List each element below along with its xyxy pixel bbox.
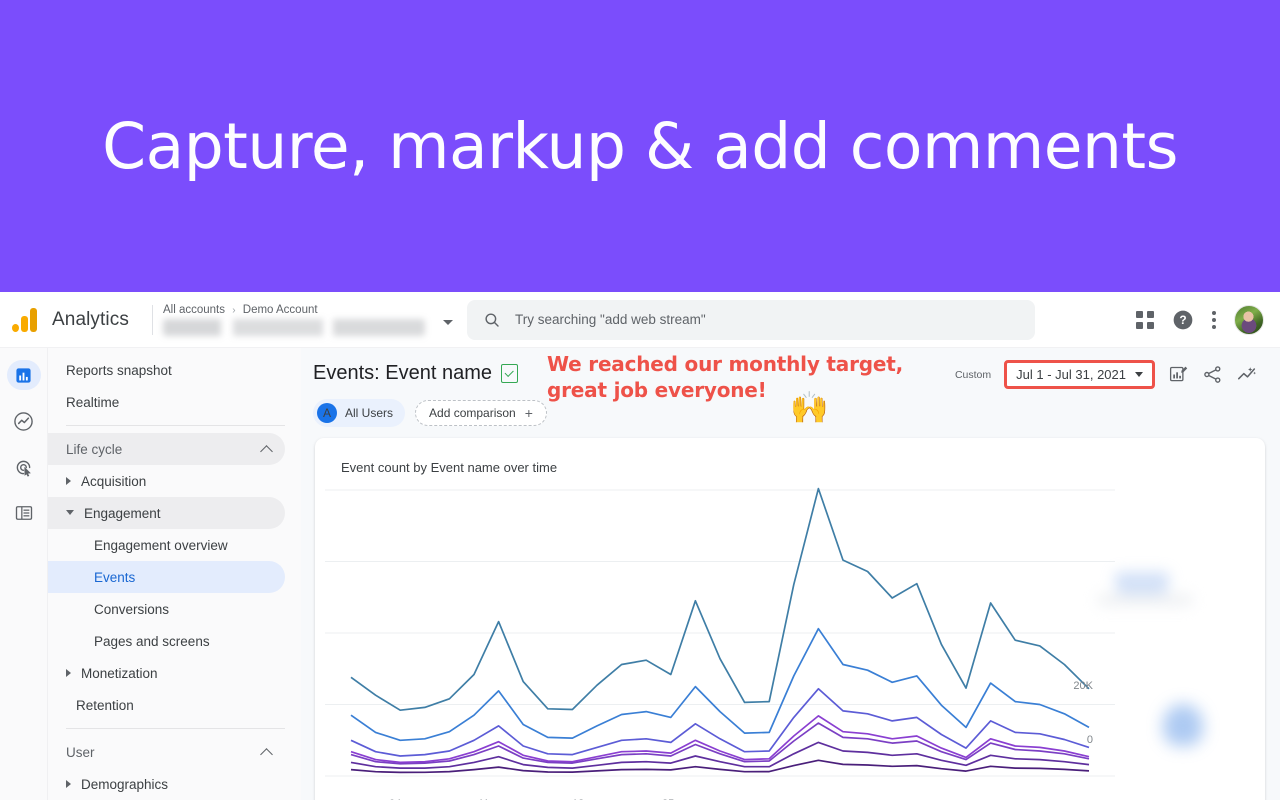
chart-series-line [350, 687, 1090, 757]
segment-label: All Users [345, 406, 394, 420]
configure-list-icon [15, 506, 32, 520]
rail-item-advertising[interactable] [7, 452, 41, 482]
insights-doc-icon[interactable] [500, 364, 518, 383]
reports-bar-chart-icon [16, 367, 31, 383]
help-icon[interactable]: ? [1172, 309, 1194, 331]
main-content: Events: Event name A All Users Add compa… [301, 348, 1280, 800]
chart-y-axis: 20K 0 [1053, 484, 1093, 784]
page-title-text: Events: Event name [313, 362, 492, 384]
promo-headline: Capture, markup & add comments [102, 109, 1178, 183]
search-input[interactable]: Try searching "add web stream" [515, 312, 706, 327]
sidebar-nav: Reports snapshot Realtime Life cycle Acq… [48, 348, 301, 800]
sidebar-section-life-cycle[interactable]: Life cycle [48, 433, 285, 465]
sidebar-divider [66, 728, 285, 729]
sidebar-section-label: Life cycle [66, 441, 123, 457]
sidebar-item-label: Reports snapshot [66, 362, 172, 378]
search-bar[interactable]: Try searching "add web stream" [467, 299, 1035, 340]
product-logo-area[interactable]: Analytics [0, 307, 148, 332]
sidebar-item-label: Events [94, 569, 136, 585]
insights-icon[interactable] [1236, 364, 1258, 386]
chevron-down-icon [1135, 372, 1143, 377]
sidebar-item-label: Monetization [81, 665, 158, 681]
sidebar-item-label: Engagement [84, 505, 161, 521]
chevron-right-icon [66, 780, 71, 788]
y-tick-label: 0 [1086, 734, 1093, 746]
sidebar-item-label: Conversions [94, 601, 170, 617]
account-selector[interactable]: All accounts › Demo Account [163, 304, 453, 336]
share-icon[interactable] [1202, 364, 1223, 385]
breadcrumb: All accounts › Demo Account [163, 304, 453, 316]
breadcrumb-separator: › [232, 304, 236, 316]
date-controls: Custom Jul 1 - Jul 31, 2021 [955, 360, 1258, 389]
sidebar-item-monetization[interactable]: Monetization [48, 657, 285, 689]
user-avatar[interactable] [1234, 304, 1264, 335]
search-icon [485, 312, 499, 327]
top-bar: Analytics All accounts › Demo Account Tr… [0, 292, 1280, 348]
segment-chip-all-users[interactable]: A All Users [313, 399, 406, 427]
annotation-headline-line1: We reached our monthly target, [547, 352, 903, 376]
chevron-up-icon [260, 444, 273, 458]
sidebar-item-demographics[interactable]: Demographics [48, 768, 285, 800]
advertising-target-icon [16, 460, 31, 477]
product-name: Analytics [52, 308, 129, 330]
line-chart-plot[interactable] [315, 484, 1265, 784]
sidebar-section-label: User [66, 744, 95, 760]
sidebar-item-label: Retention [76, 697, 134, 713]
analytics-app: Analytics All accounts › Demo Account Tr… [0, 292, 1280, 800]
sidebar-item-acquisition[interactable]: Acquisition [48, 465, 285, 497]
segment-avatar: A [317, 403, 337, 423]
annotation-headline-line2: great job everyone! [547, 377, 767, 402]
rail-item-explore[interactable] [7, 406, 41, 436]
sidebar-item-label: Realtime [66, 394, 120, 410]
sidebar-item-label: Acquisition [81, 473, 147, 489]
sidebar-section-user[interactable]: User [48, 736, 285, 768]
breadcrumb-root[interactable]: All accounts [163, 304, 225, 316]
chart-series-line [350, 722, 1090, 765]
apps-grid-icon[interactable] [1136, 310, 1154, 329]
chevron-right-icon [66, 669, 71, 677]
date-range-value: Jul 1 - Jul 31, 2021 [1016, 367, 1126, 382]
rail-item-configure[interactable] [7, 498, 41, 528]
sidebar-item-pages-and-screens[interactable]: Pages and screens [48, 625, 285, 657]
add-comparison-label: Add comparison [429, 406, 516, 420]
chevron-down-icon [66, 509, 74, 519]
annotation-headline: We reached our monthly target, great job… [547, 352, 903, 403]
topbar-actions: ? [1136, 304, 1280, 335]
sidebar-item-label: Pages and screens [94, 633, 210, 649]
kebab-menu-icon[interactable] [1212, 310, 1216, 329]
sidebar-item-retention[interactable]: Retention [48, 689, 285, 721]
svg-text:?: ? [1179, 313, 1186, 327]
chevron-up-icon [260, 747, 273, 761]
chevron-down-icon[interactable] [443, 319, 453, 325]
account-property-name-redacted [163, 318, 425, 336]
chevron-right-icon [66, 477, 71, 485]
sidebar-item-label: Demographics [81, 776, 169, 792]
celebrate-emoji: 🙌 [790, 390, 829, 425]
google-analytics-logo-icon [12, 307, 40, 332]
sidebar-divider [66, 425, 285, 426]
sidebar-item-engagement[interactable]: Engagement [48, 497, 285, 529]
left-icon-rail [0, 348, 48, 800]
add-comparison-button[interactable]: Add comparison + [415, 400, 547, 426]
chart-card: Event count by Event name over time 20K … [315, 438, 1265, 800]
vertical-divider [152, 304, 153, 335]
chart-title: Event count by Event name over time [341, 460, 558, 475]
sidebar-item-reports-snapshot[interactable]: Reports snapshot [48, 354, 285, 386]
date-preset-label: Custom [954, 368, 992, 381]
sidebar-item-engagement-overview[interactable]: Engagement overview [48, 529, 285, 561]
sidebar-item-conversions[interactable]: Conversions [48, 593, 285, 625]
edit-chart-icon[interactable] [1168, 364, 1189, 385]
chart-series-line [350, 487, 1090, 712]
page-header: Events: Event name A All Users Add compa… [301, 348, 1280, 434]
sidebar-item-realtime[interactable]: Realtime [48, 386, 285, 418]
breadcrumb-current[interactable]: Demo Account [243, 304, 318, 316]
y-tick-label: 20K [1073, 680, 1093, 692]
rail-item-reports[interactable] [6, 360, 41, 390]
sidebar-item-events[interactable]: Events [48, 561, 285, 593]
plus-icon: + [524, 405, 533, 421]
promo-banner: Capture, markup & add comments [0, 0, 1280, 292]
sidebar-item-label: Engagement overview [94, 537, 228, 553]
date-range-picker[interactable]: Jul 1 - Jul 31, 2021 [1004, 360, 1155, 389]
explore-icon [14, 411, 33, 431]
